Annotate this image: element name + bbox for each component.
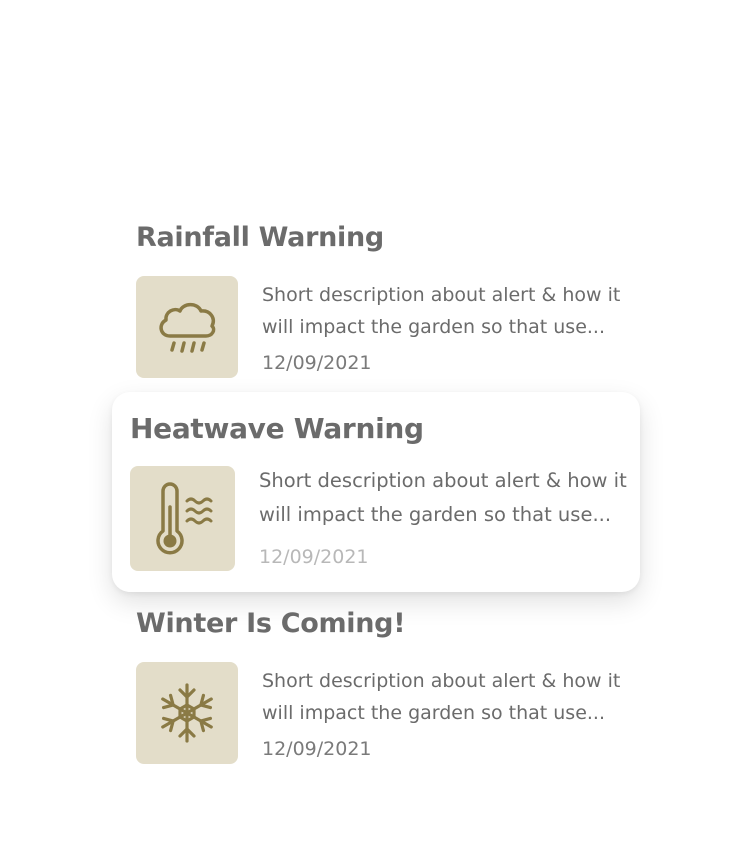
alert-title: Heatwave Warning [130, 412, 424, 445]
alert-icon-tile [136, 276, 238, 378]
alert-date: 12/09/2021 [262, 352, 372, 374]
rain-cloud-icon [159, 302, 216, 353]
alert-description: Short description about alert & how it w… [262, 670, 621, 724]
alert-icon-tile [130, 466, 235, 571]
alert-icon-tile [136, 662, 238, 764]
alert-title: Winter Is Coming! [136, 608, 406, 639]
alert-card-rainfall[interactable]: Rainfall Warning Short description about… [136, 222, 636, 382]
thermometer-heat-icon [155, 481, 212, 554]
alert-description: Short description about alert & how it w… [262, 284, 621, 338]
alert-description: Short description about alert & how it w… [259, 469, 627, 526]
alert-date: 12/09/2021 [259, 546, 369, 568]
alert-card-heatwave[interactable]: Heatwave Warning Short description about… [112, 392, 640, 592]
alert-list: Rainfall Warning Short description about… [0, 0, 754, 842]
alert-date: 12/09/2021 [262, 738, 372, 760]
alert-title: Rainfall Warning [136, 222, 384, 253]
snowflake-icon [161, 683, 213, 743]
alert-card-winter[interactable]: Winter Is Coming! Short description abou… [136, 608, 636, 768]
